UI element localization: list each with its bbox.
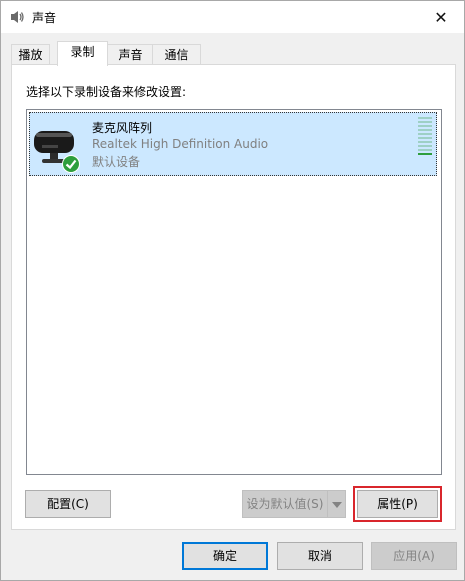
- meter-segment: [418, 133, 432, 135]
- device-list[interactable]: 麦克风阵列 Realtek High Definition Audio 默认设备: [26, 109, 442, 475]
- cancel-button[interactable]: 取消: [277, 542, 363, 570]
- close-icon: ✕: [434, 7, 448, 27]
- configure-button[interactable]: 配置(C): [25, 490, 111, 518]
- device-item[interactable]: 麦克风阵列 Realtek High Definition Audio 默认设备: [29, 112, 437, 176]
- meter-segment: [418, 129, 432, 131]
- meter-segment-active: [418, 153, 432, 155]
- device-driver: Realtek High Definition Audio: [92, 137, 269, 151]
- level-meter: [418, 117, 432, 157]
- meter-segment: [418, 149, 432, 151]
- meter-segment: [418, 145, 432, 147]
- sound-dialog: 声音 ✕ 播放 录制 声音 通信 选择以下录制设备来修改设置: 麦克风阵列 Re…: [0, 0, 465, 581]
- chevron-down-icon: [332, 502, 342, 508]
- apply-button[interactable]: 应用(A): [371, 542, 457, 570]
- instruction-text: 选择以下录制设备来修改设置:: [26, 85, 187, 99]
- tab-communications[interactable]: 通信: [152, 44, 201, 65]
- tab-sounds[interactable]: 声音: [107, 44, 154, 65]
- tab-recording[interactable]: 录制: [57, 41, 108, 66]
- speaker-icon: [11, 11, 24, 23]
- title-bar: 声音 ✕: [1, 1, 464, 33]
- tab-playback[interactable]: 播放: [11, 44, 50, 65]
- meter-segment: [418, 141, 432, 143]
- meter-segment: [418, 117, 432, 119]
- device-name: 麦克风阵列: [92, 121, 153, 135]
- ok-button[interactable]: 确定: [182, 542, 268, 570]
- default-check-icon: [62, 155, 80, 173]
- close-button[interactable]: ✕: [418, 1, 464, 33]
- meter-segment: [418, 121, 432, 123]
- device-status: 默认设备: [92, 155, 141, 169]
- recording-panel: 选择以下录制设备来修改设置: 麦克风阵列 Realtek High Defini…: [11, 64, 456, 530]
- meter-segment: [418, 137, 432, 139]
- set-default-dropdown[interactable]: [327, 490, 346, 518]
- set-default-button[interactable]: 设为默认值(S): [242, 490, 328, 518]
- window-title: 声音: [32, 11, 57, 25]
- meter-segment: [418, 125, 432, 127]
- properties-highlight: [353, 486, 442, 522]
